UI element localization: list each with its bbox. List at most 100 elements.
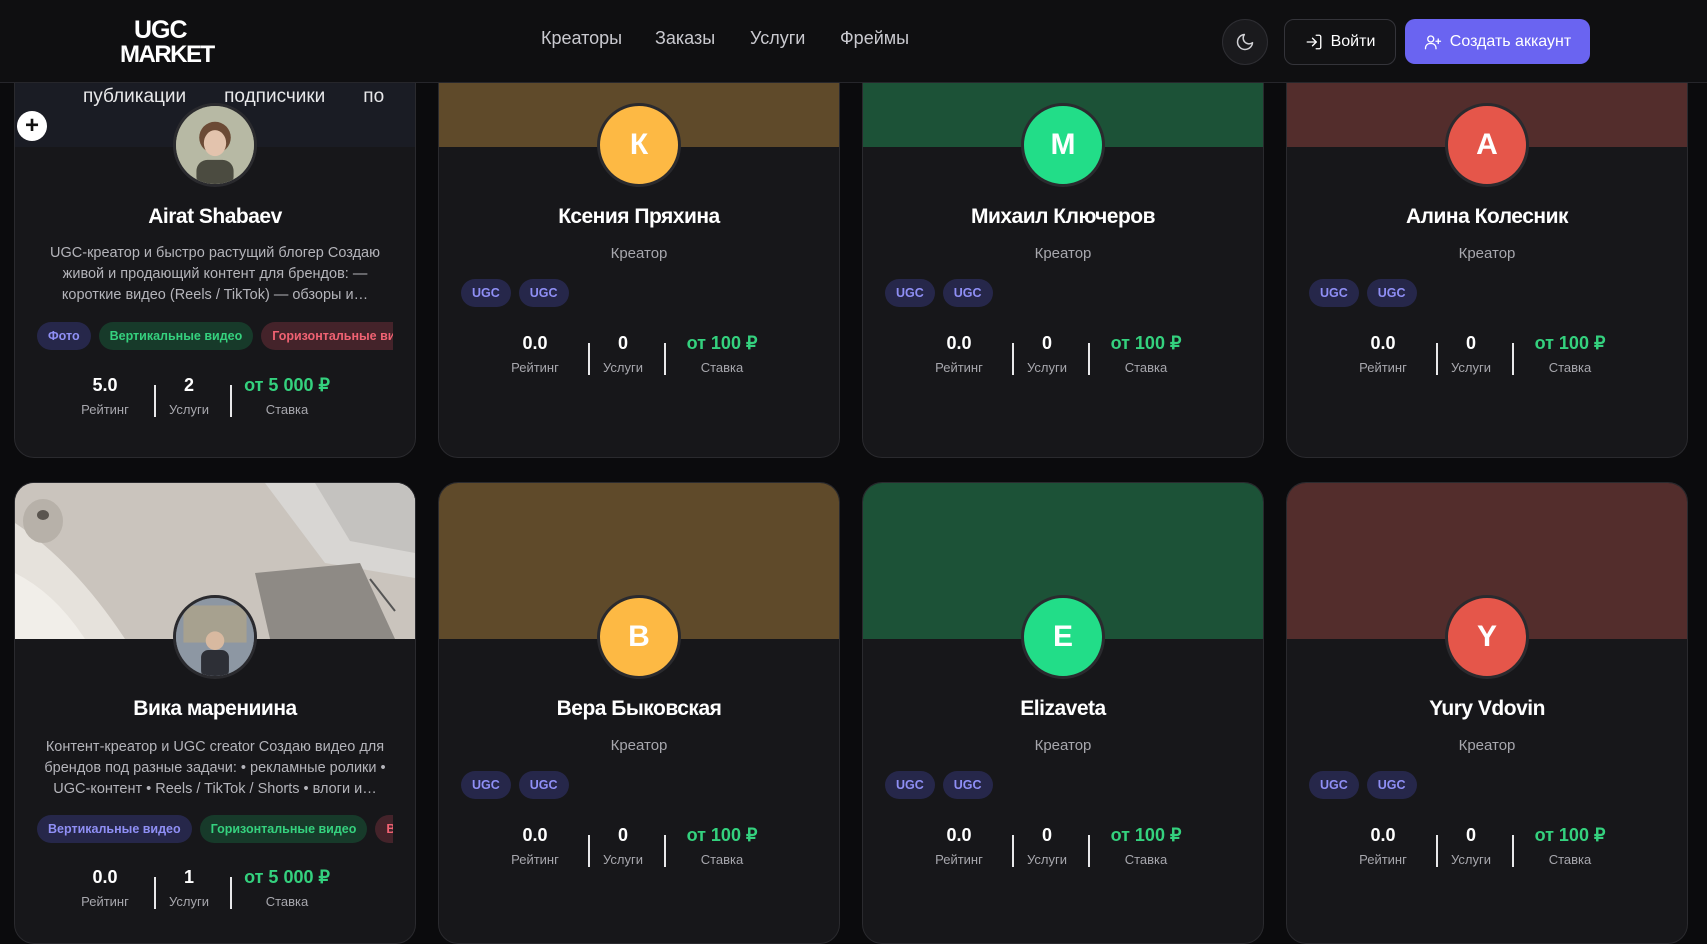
tag: UGC <box>885 279 935 307</box>
creator-name: Вера Быковская <box>556 697 722 720</box>
divider <box>588 835 590 867</box>
creator-bio: UGC-креатор и быстро растущий блогер Соз… <box>50 245 380 303</box>
rating-value: 0.0 <box>1370 825 1396 845</box>
divider <box>1012 835 1014 867</box>
services-label: Услуги <box>169 894 209 909</box>
divider <box>1512 343 1514 375</box>
divider <box>1012 343 1014 375</box>
tag: UGC <box>518 279 569 307</box>
nav-creators[interactable]: Креаторы <box>541 28 622 49</box>
divider <box>664 835 666 867</box>
creator-name: Yury Vdovin <box>1429 697 1545 720</box>
services-stat: 0 Услуги <box>593 825 653 867</box>
tags-row: UGC UGC <box>461 279 817 311</box>
theme-toggle-button[interactable] <box>1222 19 1268 65</box>
services-stat: 0 Услуги <box>1017 825 1077 867</box>
creator-name: Elizaveta <box>1020 697 1106 720</box>
rate-label: Ставка <box>1548 852 1592 867</box>
avatar: В <box>597 595 681 679</box>
services-value: 0 <box>1465 333 1476 353</box>
story-label-publications: публикации <box>83 86 187 107</box>
creator-role: Креатор <box>1458 737 1516 754</box>
creator-card[interactable]: + публикации подписчики по Airat Shabaev U… <box>14 30 416 458</box>
avatar: Y <box>1445 595 1529 679</box>
services-value: 0 <box>617 825 628 845</box>
tag: Вертикальные видео <box>37 815 192 843</box>
tag: Горизонтальные видео <box>199 815 368 843</box>
stats-row: 0.0 Рейтинг 0 Услуги от 100 ₽ Ставка <box>1287 333 1687 383</box>
rate-value: от 100 ₽ <box>1110 333 1182 353</box>
user-plus-icon <box>1424 34 1441 49</box>
tag: Фото <box>37 322 91 350</box>
services-stat: 0 Услуги <box>1441 333 1501 375</box>
rating-label: Рейтинг <box>1359 360 1407 375</box>
tags-row: UGC UGC <box>1309 771 1665 803</box>
tags-row: ФотоВертикальные видеоГоризонтальные вид… <box>37 322 393 354</box>
tag: Вид <box>375 815 393 843</box>
tag: UGC <box>461 279 511 307</box>
tags-row: UGC UGC <box>461 771 817 803</box>
avatar: А <box>1445 103 1529 187</box>
rating-label: Рейтинг <box>935 852 983 867</box>
tags-row: UGC UGC <box>885 771 1241 803</box>
tag: UGC <box>1366 279 1417 307</box>
rating-label: Рейтинг <box>511 852 559 867</box>
rate-stat: от 5 000 ₽ Ставка <box>227 375 347 417</box>
nav-services[interactable]: Услуги <box>750 28 805 49</box>
tag: UGC <box>1309 279 1359 307</box>
creator-card[interactable]: E Elizaveta Креатор UGC UGC 0.0 Рейтинг 0 У… <box>862 482 1264 944</box>
login-button[interactable]: Войти <box>1284 19 1396 65</box>
stats-row: 0.0 Рейтинг 0 Услуги от 100 ₽ Ставка <box>863 333 1263 383</box>
rating-value: 0.0 <box>522 825 548 845</box>
creator-name: Михаил Ключеров <box>970 205 1156 228</box>
rate-label: Ставка <box>700 852 744 867</box>
rating-stat: 0.0 Рейтинг <box>75 867 135 909</box>
rating-label: Рейтинг <box>81 894 129 909</box>
rate-stat: от 100 ₽ Ставка <box>1515 825 1625 867</box>
tag: UGC <box>1309 771 1359 799</box>
creator-card[interactable]: В Вера Быковская Креатор UGC UGC 0.0 Рейти… <box>438 482 840 944</box>
rating-label: Рейтинг <box>935 360 983 375</box>
tag: Вертикальные видео <box>98 322 254 350</box>
tags-row: UGC UGC <box>1309 279 1665 311</box>
divider <box>1512 835 1514 867</box>
creator-card[interactable]: Y Yury Vdovin Креатор UGC UGC 0.0 Рейтинг … <box>1286 482 1688 944</box>
create-account-button[interactable]: Создать аккаунт <box>1405 19 1590 64</box>
creator-card[interactable]: Вика марениина Контент-креатор и UGC cre… <box>14 482 416 944</box>
creator-card[interactable]: М Михаил Ключеров Креатор UGC UGC 0.0 Рейт… <box>862 30 1264 458</box>
services-label: Услуги <box>603 852 643 867</box>
nav-orders[interactable]: Заказы <box>655 28 715 49</box>
services-label: Услуги <box>1027 852 1067 867</box>
add-story-plus-icon[interactable]: + <box>17 111 47 141</box>
rate-label: Ставка <box>1124 360 1168 375</box>
services-value: 0 <box>1465 825 1476 845</box>
creator-bio: Контент-креатор и UGC creator Создаю вид… <box>44 739 386 797</box>
login-icon <box>1306 34 1322 50</box>
rate-label: Ставка <box>700 360 744 375</box>
rate-label: Ставка <box>1548 360 1592 375</box>
tags-row: Вертикальные видеоГоризонтальные видеоВи… <box>37 815 393 847</box>
creator-card[interactable]: А Алина Колесник Креатор UGC UGC 0.0 Рейти… <box>1286 30 1688 458</box>
create-account-label: Создать аккаунт <box>1449 32 1572 50</box>
services-value: 0 <box>1041 333 1052 353</box>
rating-value: 0.0 <box>946 333 972 353</box>
tag: UGC <box>461 771 511 799</box>
creator-card[interactable]: К Ксения Пряхина Креатор UGC UGC 0.0 Рейти… <box>438 30 840 458</box>
rating-value: 0.0 <box>946 825 972 845</box>
services-value: 0 <box>617 333 628 353</box>
services-label: Услуги <box>1451 360 1491 375</box>
rate-value: от 100 ₽ <box>1534 333 1606 353</box>
ugc-market-logo[interactable]: UGC MARKET <box>120 14 220 68</box>
login-label: Войти <box>1330 33 1376 50</box>
rating-value: 0.0 <box>92 867 118 887</box>
rate-stat: от 100 ₽ Ставка <box>667 333 777 375</box>
nav-frames[interactable]: Фреймы <box>840 28 909 49</box>
creator-name: Вика марениина <box>133 697 297 720</box>
rate-stat: от 100 ₽ Ставка <box>667 825 777 867</box>
divider <box>1088 835 1090 867</box>
avatar: М <box>1021 103 1105 187</box>
rating-stat: 0.0 Рейтинг <box>1353 333 1413 375</box>
tag: UGC <box>1366 771 1417 799</box>
services-label: Услуги <box>603 360 643 375</box>
creator-name: Ксения Пряхина <box>558 205 720 228</box>
